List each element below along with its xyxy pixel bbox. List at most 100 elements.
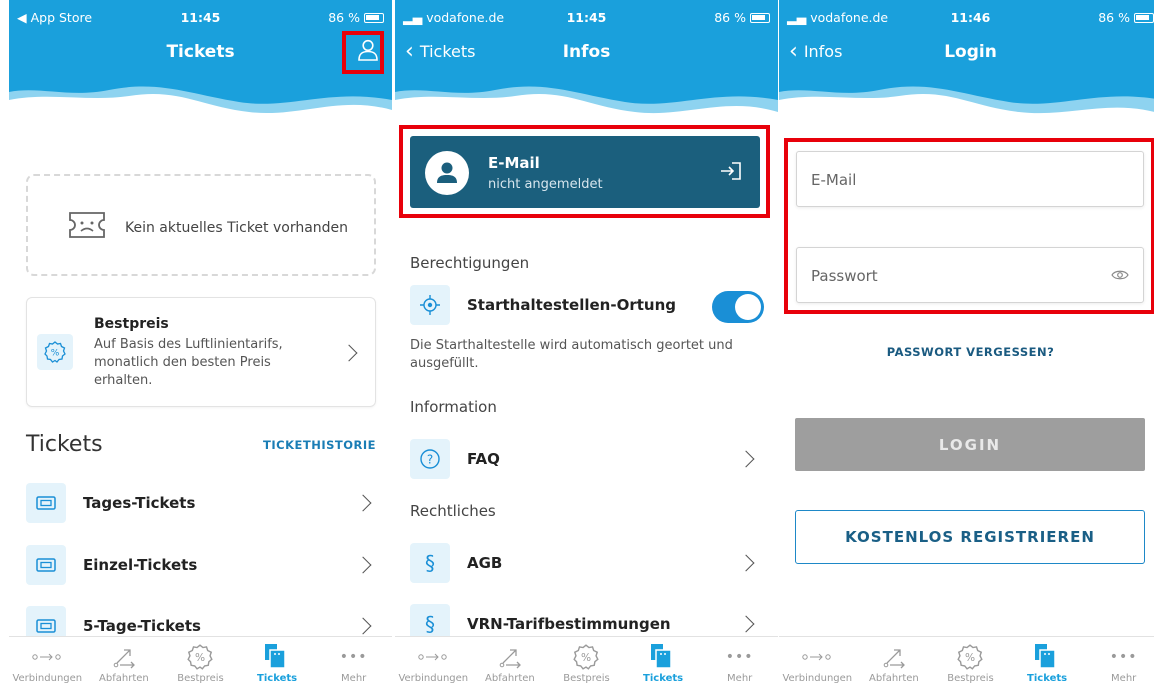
chevron-right-icon	[737, 450, 755, 468]
battery-icon	[1134, 12, 1154, 23]
tab-mehr[interactable]: ••• Mehr	[315, 637, 392, 688]
ortung-row: Starthaltestellen-Ortung	[410, 285, 762, 325]
register-button[interactable]: KOSTENLOS REGISTRIEREN	[795, 510, 1145, 564]
ortung-label: Starthaltestellen-Ortung	[467, 296, 676, 314]
percent-badge-icon: %	[44, 341, 66, 363]
status-bar: ▂▄ vodafone.de 11:46 86 %	[779, 10, 1154, 26]
ticket-row-label: Einzel-Tickets	[83, 556, 198, 574]
tab-abfahrten[interactable]: Abfahrten	[856, 637, 933, 688]
tab-mehr[interactable]: ••• Mehr	[1085, 637, 1154, 688]
ticket-row-tages[interactable]: Tages-Tickets	[26, 483, 378, 523]
route-icon	[418, 653, 447, 661]
chevron-right-icon	[737, 615, 755, 633]
page-title: Tickets	[166, 42, 235, 62]
locate-icon	[420, 295, 440, 315]
chevron-right-icon	[354, 556, 372, 574]
agb-row[interactable]: § AGB	[410, 543, 762, 583]
tab-abfahrten[interactable]: Abfahrten	[86, 637, 163, 688]
header: ▂▄ vodafone.de 11:46 86 % ‹ Infos Login	[779, 0, 1154, 125]
login-button[interactable]: LOGIN	[795, 418, 1145, 471]
agb-label: AGB	[467, 554, 503, 572]
section-rechtliches: Rechtliches	[410, 502, 496, 520]
chevron-right-icon	[354, 494, 372, 512]
highlight-login-fields	[784, 138, 1154, 314]
tab-verbindungen[interactable]: Verbindungen	[779, 637, 856, 688]
tickets-icon	[651, 644, 672, 669]
question-icon: ?	[420, 449, 440, 469]
ortung-description: Die Starthaltestelle wird automatisch ge…	[410, 338, 733, 371]
header: ◀ App Store 11:45 86 % Tickets	[9, 0, 392, 125]
percent-badge-icon: %	[573, 644, 600, 670]
section-berechtigungen: Berechtigungen	[410, 254, 530, 272]
bestpreis-description: Auf Basis des Luftlinientarifs, monatlic…	[94, 337, 283, 388]
ticket-icon-box	[26, 483, 66, 523]
tab-bar: Verbindungen Abfahrten % Bestpreis Ticket…	[395, 636, 778, 688]
chevron-right-icon	[354, 617, 372, 635]
tab-bar: Verbindungen Abfahrten % Bestpreis Ticket…	[9, 636, 392, 688]
ticket-icon	[36, 619, 56, 633]
svg-text:%: %	[51, 349, 60, 359]
chevron-right-icon	[737, 554, 755, 572]
tab-verbindungen[interactable]: Verbindungen	[395, 637, 472, 688]
faq-label: FAQ	[467, 450, 500, 468]
tab-bestpreis[interactable]: % Bestpreis	[548, 637, 625, 688]
ticket-sad-icon	[69, 212, 105, 238]
tab-verbindungen[interactable]: Verbindungen	[9, 637, 86, 688]
ticket-row-label: 5-Tage-Tickets	[83, 617, 201, 635]
header: ▂▄ vodafone.de 11:45 86 % ‹ Tickets Infos	[395, 0, 778, 125]
bestpreis-title: Bestpreis	[94, 316, 169, 332]
page-title: Login	[944, 42, 997, 62]
ticket-icon-box	[26, 545, 66, 585]
departure-icon	[499, 649, 521, 669]
page-title: Infos	[562, 42, 611, 62]
ortung-toggle[interactable]	[712, 291, 764, 323]
bestpreis-card[interactable]: % Bestpreis Auf Basis des Luftlinientari…	[26, 297, 376, 407]
svg-text:%: %	[581, 651, 591, 664]
more-dots-icon: •••	[1109, 649, 1138, 665]
departure-icon	[113, 649, 135, 669]
tab-bar: Verbindungen Abfahrten % Bestpreis Ticket…	[779, 636, 1154, 688]
more-dots-icon: •••	[339, 649, 368, 665]
svg-text:%: %	[195, 651, 205, 664]
tab-tickets[interactable]: Tickets	[1009, 637, 1086, 688]
ticket-row-einzel[interactable]: Einzel-Tickets	[26, 545, 378, 585]
empty-ticket-card: Kein aktuelles Ticket vorhanden	[26, 174, 376, 276]
ticket-row-label: Tages-Tickets	[83, 494, 196, 512]
chevron-right-icon	[340, 344, 358, 362]
status-battery: 86 %	[1098, 10, 1154, 25]
tickethistorie-link[interactable]: TICKETHISTORIE	[263, 438, 376, 452]
departure-icon	[883, 649, 905, 669]
tickets-section-title: Tickets	[26, 432, 103, 457]
faq-icon-box: ?	[410, 439, 450, 479]
highlight-email-card	[399, 125, 770, 218]
tab-tickets[interactable]: Tickets	[625, 637, 702, 688]
tab-tickets[interactable]: Tickets	[239, 637, 316, 688]
highlight-account-button	[342, 31, 384, 74]
tab-abfahrten[interactable]: Abfahrten	[472, 637, 549, 688]
more-dots-icon: •••	[725, 649, 754, 665]
status-bar: ▂▄ vodafone.de 11:45 86 %	[395, 10, 778, 26]
login-screen: ▂▄ vodafone.de 11:46 86 % ‹ Infos Login E…	[779, 0, 1154, 688]
percent-badge-icon: %	[187, 644, 214, 670]
route-icon	[802, 653, 831, 661]
empty-ticket-text: Kein aktuelles Ticket vorhanden	[125, 220, 349, 236]
infos-screen: ▂▄ vodafone.de 11:45 86 % ‹ Tickets Infos…	[395, 0, 778, 688]
tab-bestpreis[interactable]: % Bestpreis	[162, 637, 239, 688]
status-battery: 86 %	[714, 10, 770, 25]
tab-mehr[interactable]: ••• Mehr	[701, 637, 778, 688]
status-bar: ◀ App Store 11:45 86 %	[9, 10, 392, 26]
location-icon-box	[410, 285, 450, 325]
tickets-screen: ◀ App Store 11:45 86 % Tickets Kein aktu…	[9, 0, 392, 688]
paragraph-icon: §	[410, 543, 450, 583]
svg-text:%: %	[965, 651, 975, 664]
forgot-password-link[interactable]: PASSWORT VERGESSEN?	[779, 345, 1154, 359]
percent-badge-icon: %	[957, 644, 984, 670]
tickets-icon	[1035, 644, 1056, 669]
battery-icon	[364, 12, 384, 23]
vrn-label: VRN-Tarifbestimmungen	[467, 615, 671, 633]
battery-icon	[750, 12, 770, 23]
status-battery: 86 %	[328, 10, 384, 25]
tab-bestpreis[interactable]: % Bestpreis	[932, 637, 1009, 688]
ticket-icon	[36, 496, 56, 510]
faq-row[interactable]: ? FAQ	[410, 439, 762, 479]
